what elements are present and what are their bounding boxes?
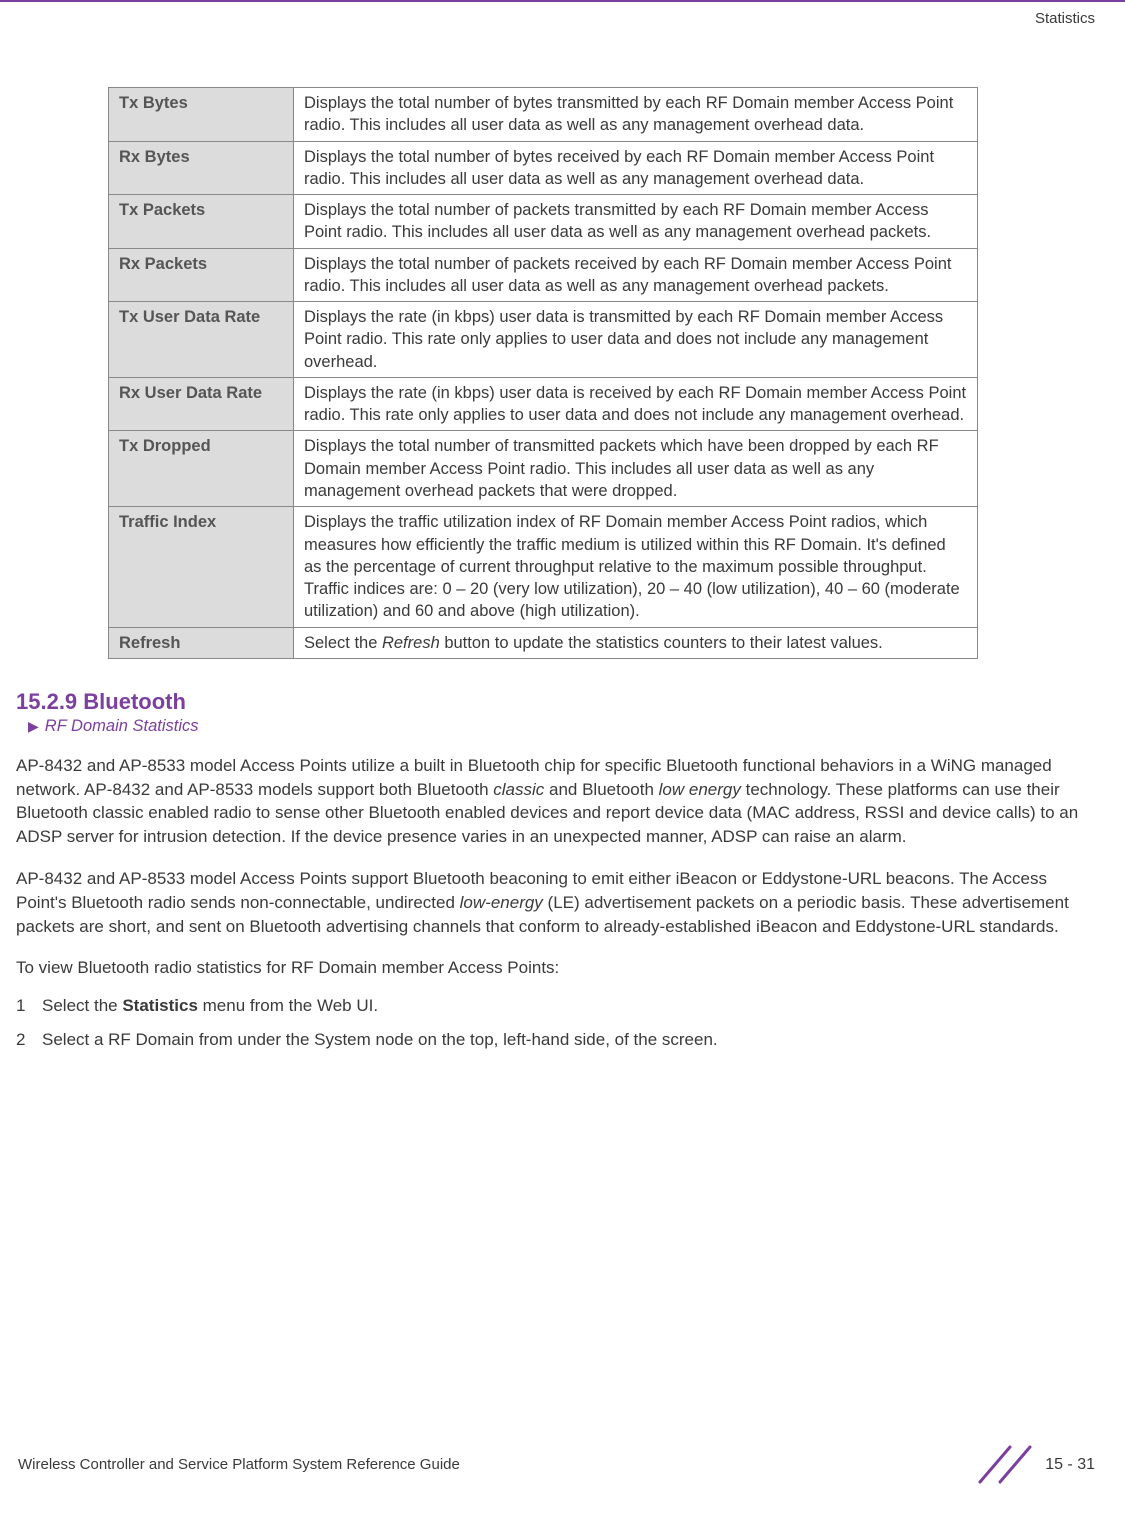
body-paragraph-1: AP-8432 and AP-8533 model Access Points …	[16, 754, 1095, 849]
p1-italic-classic: classic	[493, 780, 544, 799]
refresh-desc-prefix: Select the	[304, 634, 382, 652]
breadcrumb-arrow-icon: ▶	[28, 718, 39, 735]
table-row: Tx Packets Displays the total number of …	[109, 195, 978, 249]
param-label-tx-dropped: Tx Dropped	[109, 431, 294, 507]
parameter-table: Tx Bytes Displays the total number of by…	[108, 87, 978, 659]
step-2-number: 2	[16, 1028, 28, 1052]
param-label-tx-user-data-rate: Tx User Data Rate	[109, 302, 294, 378]
param-desc-rx-user-data-rate: Displays the rate (in kbps) user data is…	[294, 377, 978, 431]
param-desc-tx-dropped: Displays the total number of transmitted…	[294, 431, 978, 507]
param-desc-tx-bytes: Displays the total number of bytes trans…	[294, 88, 978, 142]
p1-part2: and Bluetooth	[544, 780, 658, 799]
footer-doc-title: Wireless Controller and Service Platform…	[18, 1456, 460, 1473]
param-label-rx-packets: Rx Packets	[109, 248, 294, 302]
table-row: Tx Dropped Displays the total number of …	[109, 431, 978, 507]
table-row: Rx User Data Rate Displays the rate (in …	[109, 377, 978, 431]
param-label-rx-bytes: Rx Bytes	[109, 141, 294, 195]
param-label-rx-user-data-rate: Rx User Data Rate	[109, 377, 294, 431]
param-desc-tx-user-data-rate: Displays the rate (in kbps) user data is…	[294, 302, 978, 378]
table-row: Tx Bytes Displays the total number of by…	[109, 88, 978, 142]
refresh-desc-italic: Refresh	[382, 634, 440, 652]
steps-intro: To view Bluetooth radio statistics for R…	[16, 956, 1095, 980]
table-row: Rx Packets Displays the total number of …	[109, 248, 978, 302]
step-1-text: Select the Statistics menu from the Web …	[42, 994, 378, 1018]
section-heading-bluetooth: 15.2.9 Bluetooth	[16, 689, 1095, 715]
p2-italic-low-energy: low-energy	[460, 893, 543, 912]
table-row: Tx User Data Rate Displays the rate (in …	[109, 302, 978, 378]
step-1-prefix: Select the	[42, 996, 122, 1015]
table-row: Rx Bytes Displays the total number of by…	[109, 141, 978, 195]
step-2-text: Select a RF Domain from under the System…	[42, 1028, 718, 1052]
table-row: Traffic Index Displays the traffic utili…	[109, 507, 978, 627]
param-desc-rx-bytes: Displays the total number of bytes recei…	[294, 141, 978, 195]
param-desc-rx-packets: Displays the total number of packets rec…	[294, 248, 978, 302]
breadcrumb-link[interactable]: RF Domain Statistics	[45, 717, 199, 736]
running-header-section: Statistics	[0, 2, 1125, 27]
param-desc-tx-packets: Displays the total number of packets tra…	[294, 195, 978, 249]
param-label-tx-bytes: Tx Bytes	[109, 88, 294, 142]
param-label-traffic-index: Traffic Index	[109, 507, 294, 627]
step-1-bold: Statistics	[122, 996, 198, 1015]
page-footer: Wireless Controller and Service Platform…	[0, 1442, 1125, 1487]
param-label-refresh: Refresh	[109, 627, 294, 658]
refresh-desc-suffix: button to update the statistics counters…	[440, 634, 883, 652]
table-row: Refresh Select the Refresh button to upd…	[109, 627, 978, 658]
breadcrumb: ▶ RF Domain Statistics	[28, 717, 1095, 736]
step-1-suffix: menu from the Web UI.	[198, 996, 378, 1015]
param-desc-traffic-index: Displays the traffic utilization index o…	[294, 507, 978, 627]
brand-logo-icon	[975, 1442, 1035, 1487]
page-number: 15 - 31	[1045, 1456, 1095, 1474]
body-paragraph-2: AP-8432 and AP-8533 model Access Points …	[16, 867, 1095, 938]
step-1: 1 Select the Statistics menu from the We…	[16, 994, 1095, 1018]
param-label-tx-packets: Tx Packets	[109, 195, 294, 249]
step-1-number: 1	[16, 994, 28, 1018]
step-2: 2 Select a RF Domain from under the Syst…	[16, 1028, 1095, 1052]
p1-italic-low-energy: low energy	[659, 780, 741, 799]
param-desc-refresh: Select the Refresh button to update the …	[294, 627, 978, 658]
